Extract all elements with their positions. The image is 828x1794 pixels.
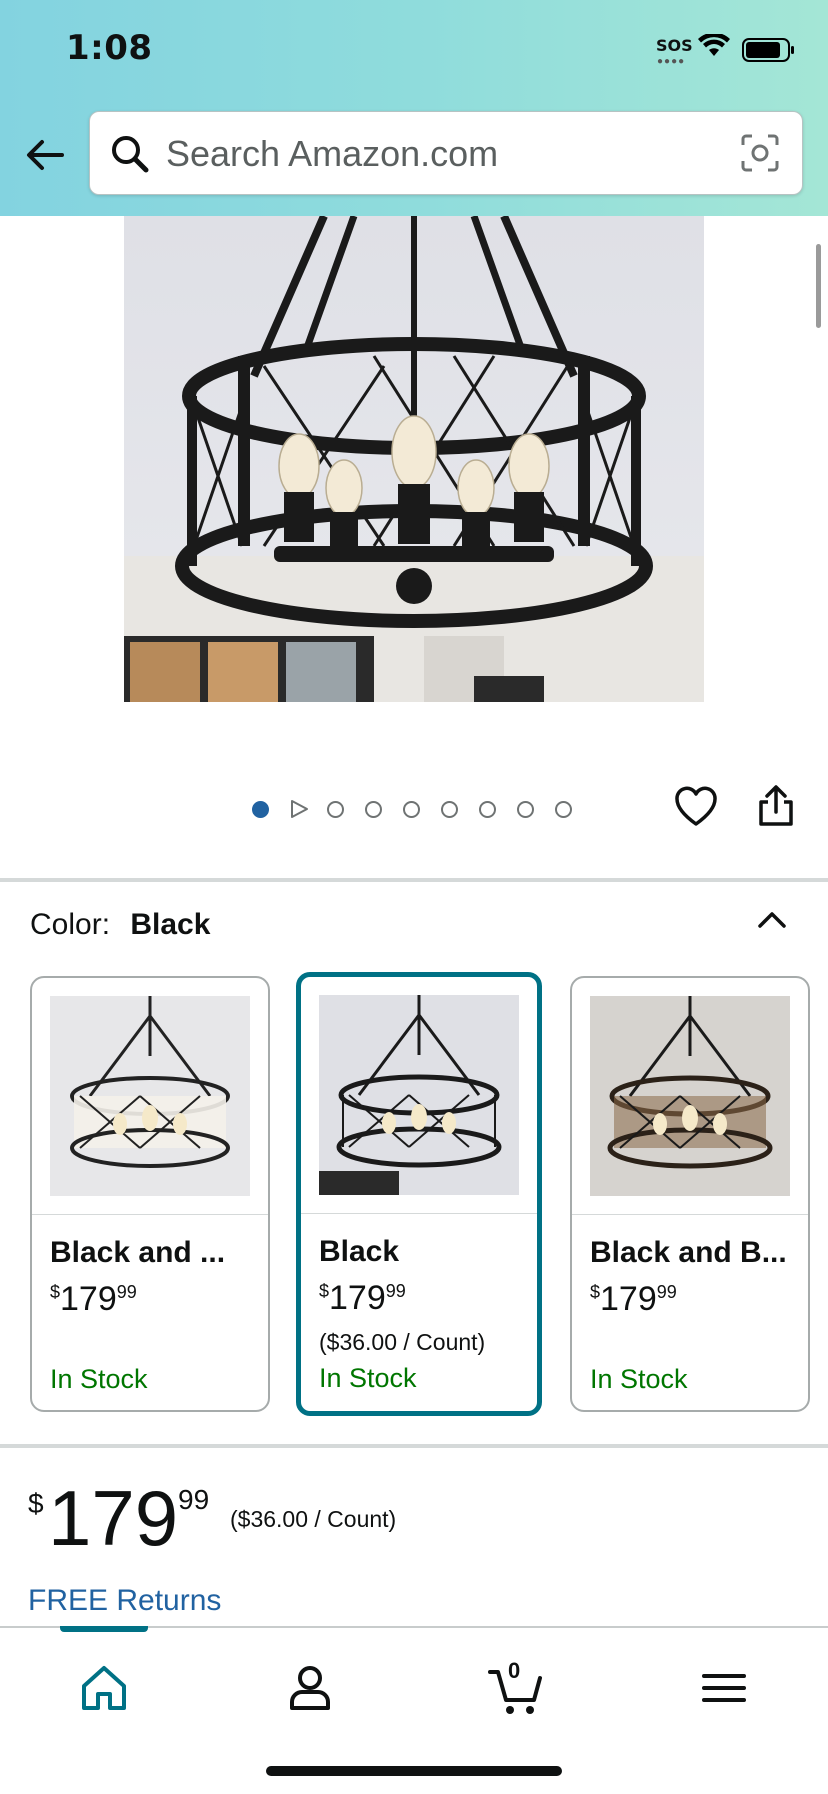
account-icon[interactable] — [280, 1658, 340, 1718]
price-fraction: 99 — [178, 1484, 210, 1515]
search-input[interactable] — [164, 128, 708, 180]
play-icon[interactable] — [290, 799, 309, 819]
wifi-icon — [698, 34, 730, 56]
swatch-unit-price: ($36.00 / Count) — [319, 1329, 486, 1355]
color-label: Color: Black — [30, 908, 210, 942]
color-label-text: Color: — [30, 908, 111, 941]
battery-icon — [742, 38, 794, 62]
carousel-dot[interactable] — [479, 800, 496, 818]
swatch-name: Black — [319, 1235, 400, 1268]
carousel-dot[interactable] — [555, 800, 572, 818]
carousel-dot[interactable] — [517, 800, 534, 818]
search-icon — [112, 136, 149, 173]
image-carousel-dots[interactable] — [252, 797, 593, 821]
color-selected-value: Black — [130, 908, 211, 941]
sos-indicator: SOS — [656, 36, 693, 55]
signal-dots-icon: ●●●● — [657, 56, 686, 67]
home-indicator — [266, 1766, 562, 1776]
search-bar[interactable] — [89, 111, 803, 195]
menu-icon[interactable] — [694, 1658, 754, 1718]
swatch-stock: In Stock — [319, 1363, 417, 1393]
share-icon[interactable] — [756, 784, 796, 828]
swatch-price: $17999 — [319, 1279, 406, 1317]
price-unit: ($36.00 / Count) — [230, 1506, 397, 1532]
swatch-name: Black and ... — [50, 1236, 226, 1269]
chevron-up-icon[interactable] — [756, 904, 788, 936]
status-time: 1:08 — [66, 28, 153, 68]
swatch-name: Black and B... — [590, 1236, 787, 1269]
carousel-dot[interactable] — [441, 800, 458, 818]
section-divider — [0, 878, 828, 882]
nav-active-indicator — [60, 1626, 148, 1632]
swatch-price: $17999 — [50, 1280, 137, 1318]
header: 1:08 SOS ●●●● — [0, 0, 828, 216]
cart-button[interactable]: 0 — [486, 1658, 546, 1718]
scrollbar[interactable] — [816, 244, 821, 328]
product-image[interactable] — [124, 216, 704, 702]
swatch-stock: In Stock — [590, 1364, 688, 1394]
carousel-dot[interactable] — [327, 800, 344, 818]
carousel-dot[interactable] — [365, 800, 382, 818]
color-swatch-black[interactable]: Black $17999 ($36.00 / Count) In Stock — [296, 972, 542, 1416]
price-whole: 179 — [48, 1474, 179, 1562]
section-divider — [0, 1444, 828, 1448]
color-swatch-black-and-brown[interactable]: Black and B... $17999 In Stock — [570, 976, 810, 1412]
chandelier-image — [124, 216, 704, 702]
back-arrow-icon[interactable] — [24, 134, 66, 176]
heart-icon[interactable] — [674, 786, 718, 828]
swatch-price: $17999 — [590, 1280, 677, 1318]
swatch-stock: In Stock — [50, 1364, 148, 1394]
carousel-dot-active[interactable] — [252, 800, 269, 818]
camera-icon[interactable] — [740, 133, 780, 173]
carousel-dot[interactable] — [403, 800, 420, 818]
free-returns-link[interactable]: FREE Returns — [28, 1584, 221, 1618]
home-icon[interactable] — [74, 1658, 134, 1718]
color-swatch-black-and-white[interactable]: Black and ... $17999 In Stock — [30, 976, 270, 1412]
swatch-thumbnail — [50, 996, 250, 1196]
price-currency: $ — [28, 1488, 44, 1519]
cart-count: 0 — [508, 1658, 521, 1683]
swatch-thumbnail — [319, 995, 519, 1195]
swatch-thumbnail — [590, 996, 790, 1196]
